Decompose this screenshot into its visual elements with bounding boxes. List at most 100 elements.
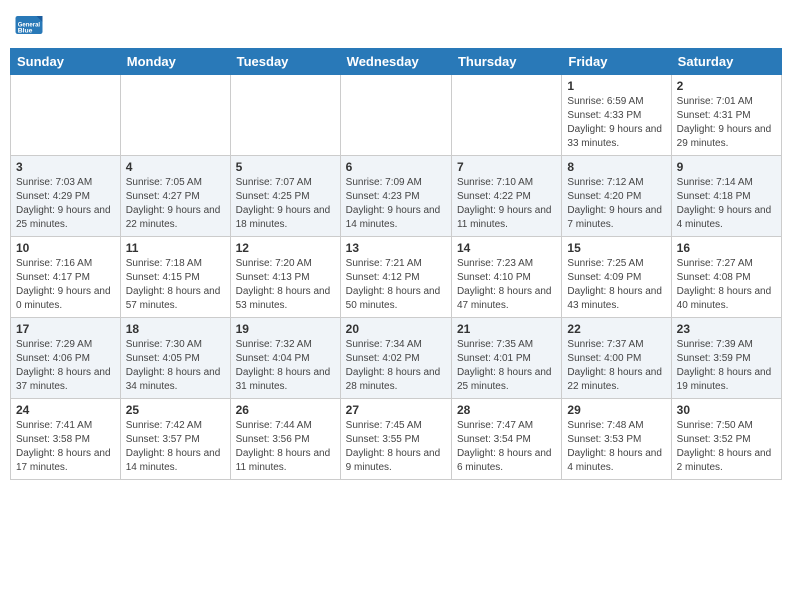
day-info: Sunrise: 6:59 AM Sunset: 4:33 PM Dayligh… [567, 95, 665, 151]
calendar-cell: 1 Sunrise: 6:59 AM Sunset: 4:33 PM Daylig… [562, 75, 671, 156]
day-number: 6 [346, 160, 446, 174]
calendar-cell [11, 75, 121, 156]
calendar-cell: 7 Sunrise: 7:10 AM Sunset: 4:22 PM Daylig… [451, 156, 561, 237]
day-number: 5 [236, 160, 335, 174]
day-info: Sunrise: 7:34 AM Sunset: 4:02 PM Dayligh… [346, 338, 446, 394]
day-number: 19 [236, 322, 335, 336]
day-info: Sunrise: 7:29 AM Sunset: 4:06 PM Dayligh… [16, 338, 115, 394]
calendar-week-row: 3 Sunrise: 7:03 AM Sunset: 4:29 PM Daylig… [11, 156, 782, 237]
day-number: 17 [16, 322, 115, 336]
day-number: 12 [236, 241, 335, 255]
day-info: Sunrise: 7:35 AM Sunset: 4:01 PM Dayligh… [457, 338, 556, 394]
day-number: 3 [16, 160, 115, 174]
day-number: 25 [126, 403, 225, 417]
calendar-cell: 14 Sunrise: 7:23 AM Sunset: 4:10 PM Dayli… [451, 237, 561, 318]
day-number: 27 [346, 403, 446, 417]
calendar-week-row: 24Sunrise: 7:41 AM Sunset: 3:58 PM Dayli… [11, 399, 782, 480]
calendar-cell: 20 Sunrise: 7:34 AM Sunset: 4:02 PM Dayli… [340, 318, 451, 399]
calendar-cell: 18 Sunrise: 7:30 AM Sunset: 4:05 PM Dayli… [120, 318, 230, 399]
calendar-cell: 6 Sunrise: 7:09 AM Sunset: 4:23 PM Daylig… [340, 156, 451, 237]
calendar-week-row: 1 Sunrise: 6:59 AM Sunset: 4:33 PM Daylig… [11, 75, 782, 156]
calendar-cell [120, 75, 230, 156]
day-number: 29 [567, 403, 665, 417]
day-info: Sunrise: 7:10 AM Sunset: 4:22 PM Dayligh… [457, 176, 556, 232]
day-info: Sunrise: 7:07 AM Sunset: 4:25 PM Dayligh… [236, 176, 335, 232]
calendar-cell: 4 Sunrise: 7:05 AM Sunset: 4:27 PM Daylig… [120, 156, 230, 237]
calendar-cell: 21 Sunrise: 7:35 AM Sunset: 4:01 PM Dayli… [451, 318, 561, 399]
day-info: Sunrise: 7:27 AM Sunset: 4:08 PM Dayligh… [677, 257, 776, 313]
calendar-header-wednesday: Wednesday [340, 49, 451, 75]
logo: General Blue [14, 10, 48, 40]
day-info: Sunrise: 7:18 AM Sunset: 4:15 PM Dayligh… [126, 257, 225, 313]
day-info: Sunrise: 7:48 AM Sunset: 3:53 PM Dayligh… [567, 419, 665, 475]
calendar-week-row: 10 Sunrise: 7:16 AM Sunset: 4:17 PM Dayli… [11, 237, 782, 318]
calendar-cell: 16 Sunrise: 7:27 AM Sunset: 4:08 PM Dayli… [671, 237, 781, 318]
day-number: 26 [236, 403, 335, 417]
calendar-cell: 30Sunrise: 7:50 AM Sunset: 3:52 PM Dayli… [671, 399, 781, 480]
calendar-header-friday: Friday [562, 49, 671, 75]
day-info: Sunrise: 7:44 AM Sunset: 3:56 PM Dayligh… [236, 419, 335, 475]
calendar-cell: 17 Sunrise: 7:29 AM Sunset: 4:06 PM Dayli… [11, 318, 121, 399]
day-number: 7 [457, 160, 556, 174]
day-info: Sunrise: 7:12 AM Sunset: 4:20 PM Dayligh… [567, 176, 665, 232]
day-info: Sunrise: 7:50 AM Sunset: 3:52 PM Dayligh… [677, 419, 776, 475]
day-number: 18 [126, 322, 225, 336]
day-info: Sunrise: 7:21 AM Sunset: 4:12 PM Dayligh… [346, 257, 446, 313]
day-number: 14 [457, 241, 556, 255]
day-info: Sunrise: 7:20 AM Sunset: 4:13 PM Dayligh… [236, 257, 335, 313]
day-info: Sunrise: 7:09 AM Sunset: 4:23 PM Dayligh… [346, 176, 446, 232]
day-info: Sunrise: 7:47 AM Sunset: 3:54 PM Dayligh… [457, 419, 556, 475]
svg-text:Blue: Blue [18, 28, 33, 35]
calendar-cell: 29 Sunrise: 7:48 AM Sunset: 3:53 PM Dayli… [562, 399, 671, 480]
page-header: General Blue [10, 10, 782, 40]
day-info: Sunrise: 7:32 AM Sunset: 4:04 PM Dayligh… [236, 338, 335, 394]
calendar-cell: 24Sunrise: 7:41 AM Sunset: 3:58 PM Dayli… [11, 399, 121, 480]
day-number: 21 [457, 322, 556, 336]
day-number: 1 [567, 79, 665, 93]
calendar-cell: 8 Sunrise: 7:12 AM Sunset: 4:20 PM Daylig… [562, 156, 671, 237]
day-number: 11 [126, 241, 225, 255]
calendar-header-saturday: Saturday [671, 49, 781, 75]
day-number: 10 [16, 241, 115, 255]
calendar-cell: 23 Sunrise: 7:39 AM Sunset: 3:59 PM Dayli… [671, 318, 781, 399]
logo-icon: General Blue [14, 10, 44, 40]
day-number: 15 [567, 241, 665, 255]
day-info: Sunrise: 7:37 AM Sunset: 4:00 PM Dayligh… [567, 338, 665, 394]
calendar-cell: 19 Sunrise: 7:32 AM Sunset: 4:04 PM Dayli… [230, 318, 340, 399]
calendar-header-monday: Monday [120, 49, 230, 75]
day-number: 16 [677, 241, 776, 255]
calendar-header-sunday: Sunday [11, 49, 121, 75]
day-info: Sunrise: 7:30 AM Sunset: 4:05 PM Dayligh… [126, 338, 225, 394]
day-number: 9 [677, 160, 776, 174]
day-info: Sunrise: 7:45 AM Sunset: 3:55 PM Dayligh… [346, 419, 446, 475]
calendar-cell: 10 Sunrise: 7:16 AM Sunset: 4:17 PM Dayli… [11, 237, 121, 318]
day-info: Sunrise: 7:01 AM Sunset: 4:31 PM Dayligh… [677, 95, 776, 151]
calendar-cell: 2 Sunrise: 7:01 AM Sunset: 4:31 PM Daylig… [671, 75, 781, 156]
day-number: 22 [567, 322, 665, 336]
calendar-cell: 26 Sunrise: 7:44 AM Sunset: 3:56 PM Dayli… [230, 399, 340, 480]
day-number: 23 [677, 322, 776, 336]
day-number: 2 [677, 79, 776, 93]
calendar-cell: 25 Sunrise: 7:42 AM Sunset: 3:57 PM Dayli… [120, 399, 230, 480]
day-info: Sunrise: 7:39 AM Sunset: 3:59 PM Dayligh… [677, 338, 776, 394]
day-number: 4 [126, 160, 225, 174]
calendar-cell: 11 Sunrise: 7:18 AM Sunset: 4:15 PM Dayli… [120, 237, 230, 318]
day-info: Sunrise: 7:03 AM Sunset: 4:29 PM Dayligh… [16, 176, 115, 232]
day-number: 20 [346, 322, 446, 336]
calendar-cell: 5 Sunrise: 7:07 AM Sunset: 4:25 PM Daylig… [230, 156, 340, 237]
day-info: Sunrise: 7:16 AM Sunset: 4:17 PM Dayligh… [16, 257, 115, 313]
calendar-cell: 13Sunrise: 7:21 AM Sunset: 4:12 PM Dayli… [340, 237, 451, 318]
calendar-cell: 9Sunrise: 7:14 AM Sunset: 4:18 PM Daylig… [671, 156, 781, 237]
calendar-header-thursday: Thursday [451, 49, 561, 75]
calendar-cell: 12 Sunrise: 7:20 AM Sunset: 4:13 PM Dayli… [230, 237, 340, 318]
day-number: 8 [567, 160, 665, 174]
day-info: Sunrise: 7:05 AM Sunset: 4:27 PM Dayligh… [126, 176, 225, 232]
day-info: Sunrise: 7:25 AM Sunset: 4:09 PM Dayligh… [567, 257, 665, 313]
calendar-cell [230, 75, 340, 156]
day-number: 28 [457, 403, 556, 417]
calendar-cell: 15 Sunrise: 7:25 AM Sunset: 4:09 PM Dayli… [562, 237, 671, 318]
day-info: Sunrise: 7:42 AM Sunset: 3:57 PM Dayligh… [126, 419, 225, 475]
calendar-cell [340, 75, 451, 156]
day-number: 24 [16, 403, 115, 417]
day-info: Sunrise: 7:23 AM Sunset: 4:10 PM Dayligh… [457, 257, 556, 313]
